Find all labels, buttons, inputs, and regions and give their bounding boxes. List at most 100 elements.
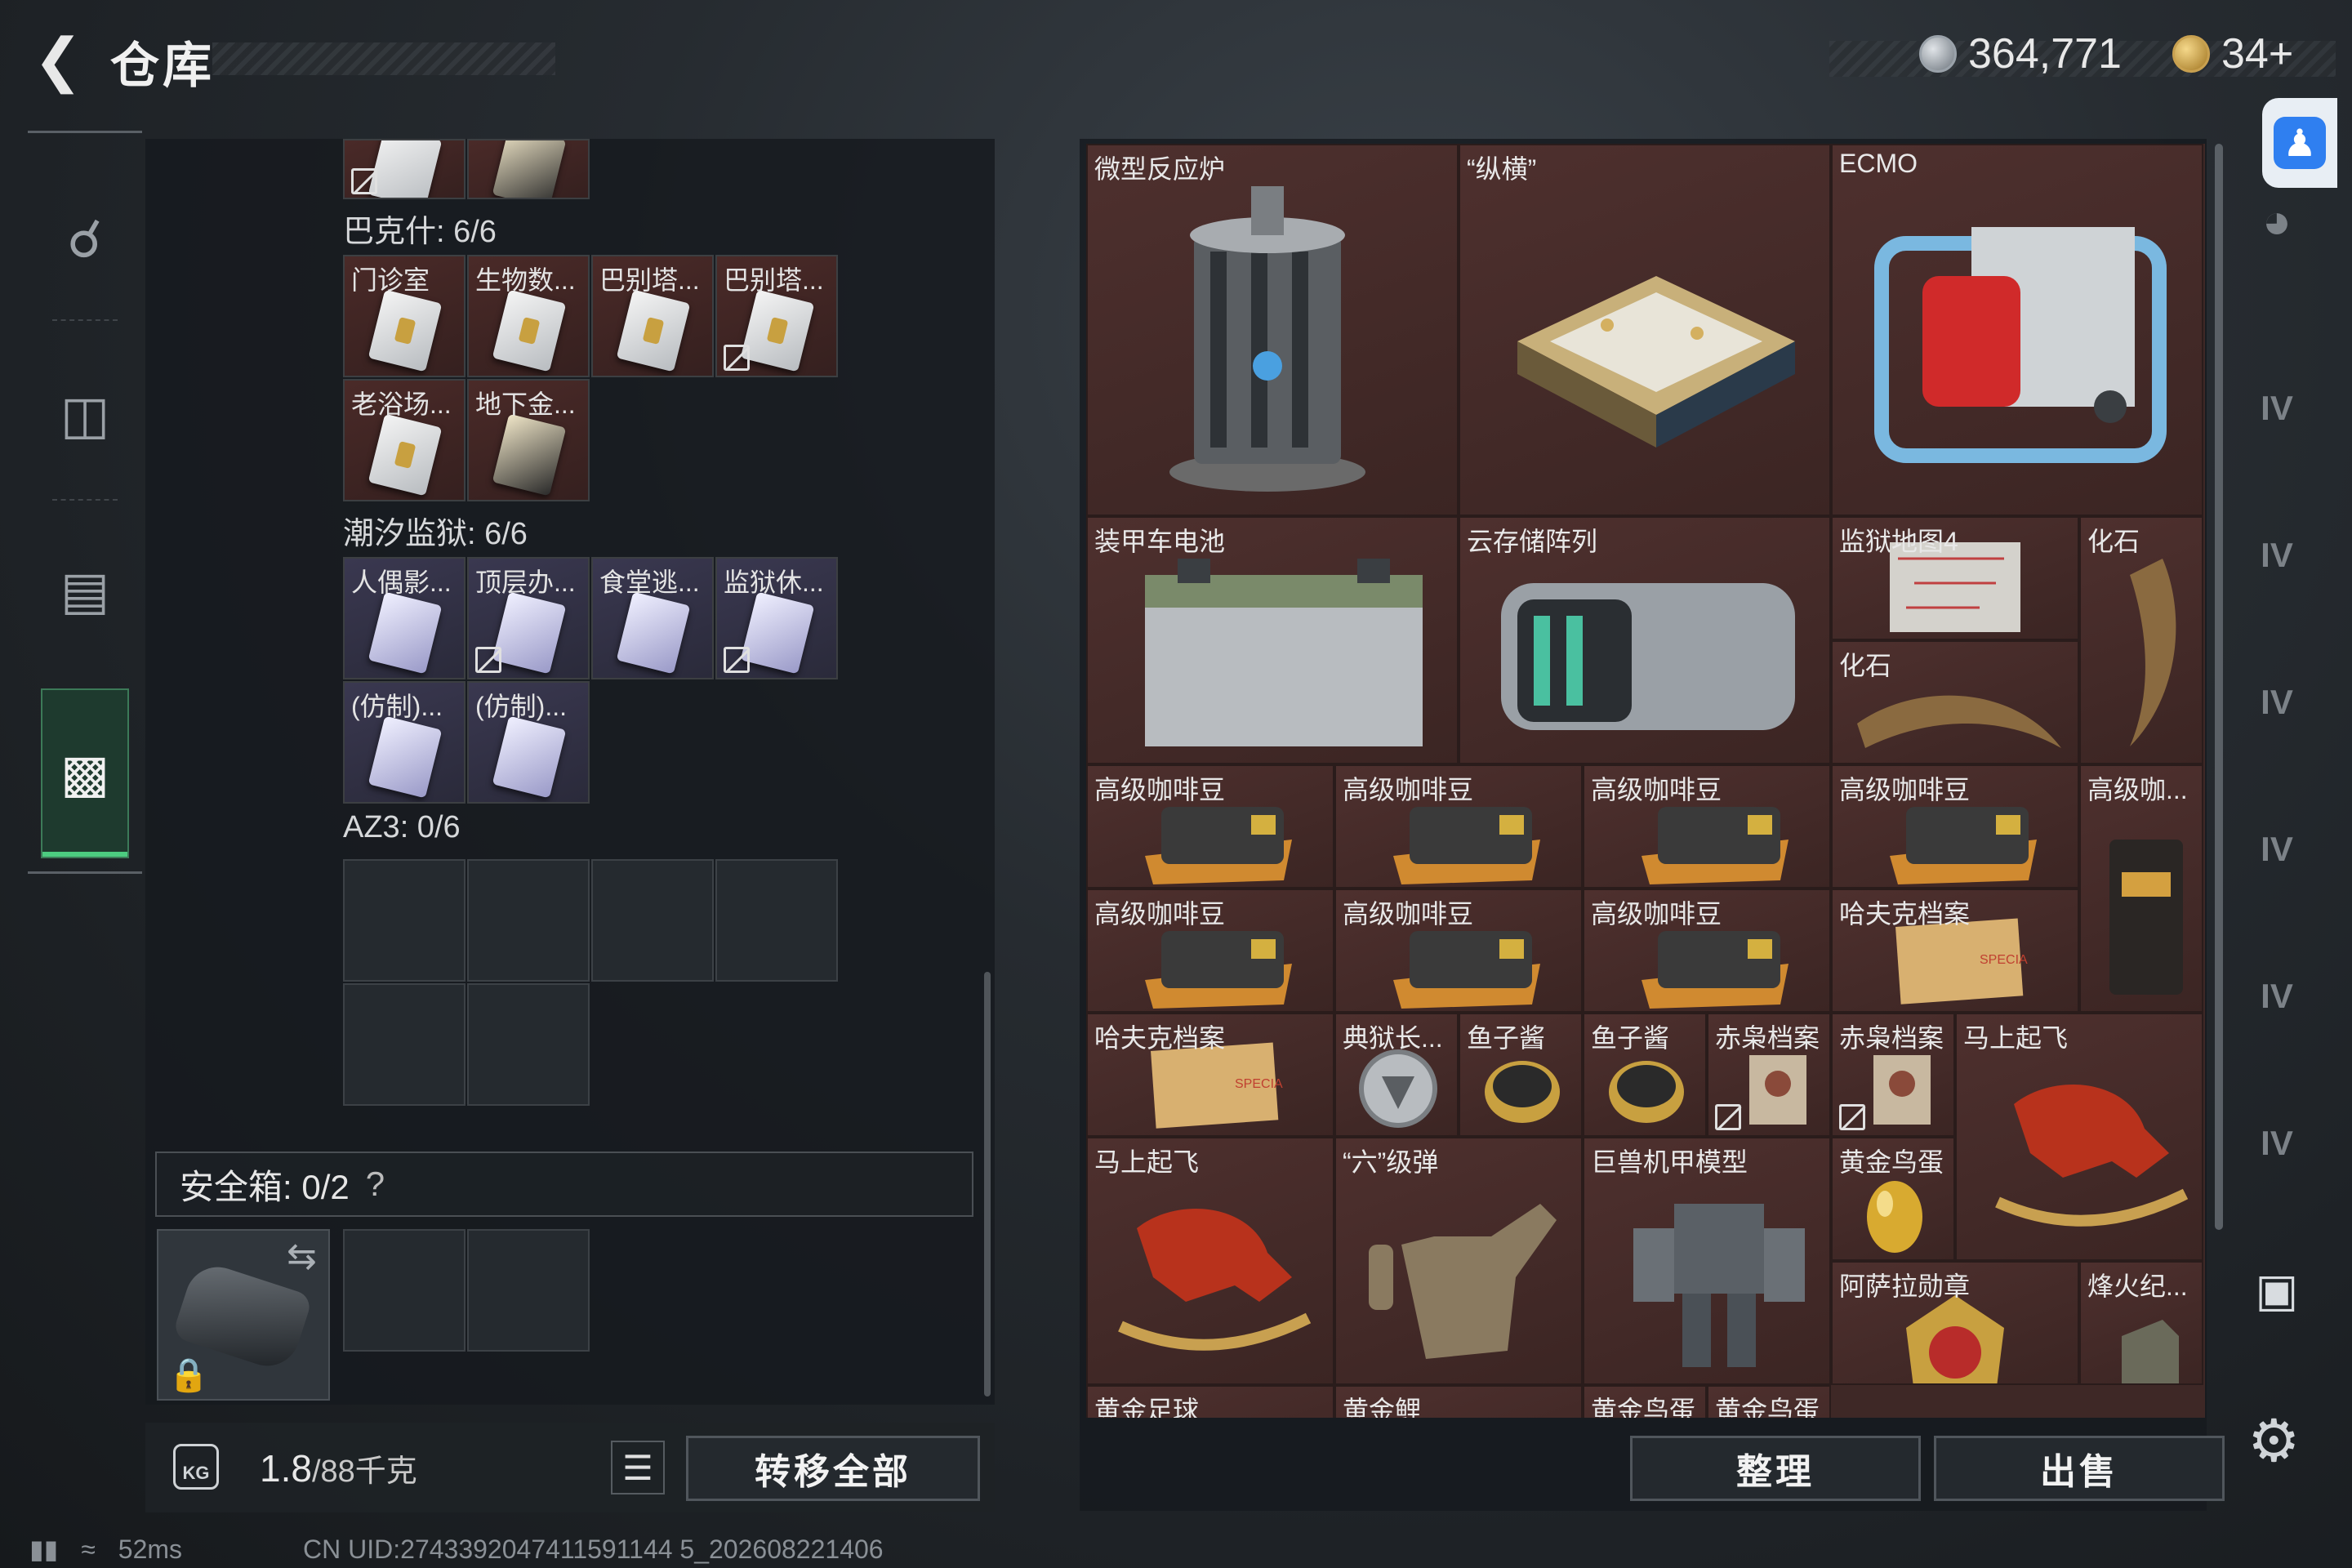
item-label: 高级咖啡豆: [1094, 899, 1226, 929]
item-cell[interactable]: SPECIAL 哈夫克档案: [1086, 1013, 1334, 1137]
item-cell[interactable]: SPECIAL 哈夫克档案: [1831, 889, 2079, 1013]
nav-vest-icon[interactable]: ▤: [28, 509, 142, 672]
item-cell[interactable]: 化石: [2079, 516, 2203, 764]
item-cell[interactable]: (仿制)...: [467, 681, 590, 804]
item-cell[interactable]: 顶层办...: [467, 557, 590, 679]
nav-backpack-icon[interactable]: ◫: [28, 333, 142, 497]
item-cell[interactable]: 食堂逃...: [591, 557, 714, 679]
list-view-icon[interactable]: ☰: [611, 1441, 665, 1494]
item-cell[interactable]: 巴别塔...: [715, 255, 838, 377]
item-cell[interactable]: 高级咖啡豆: [1831, 764, 2079, 889]
empty-slot[interactable]: [467, 983, 590, 1106]
accessibility-icon: ♟: [2274, 117, 2326, 169]
nav-weapon-icon[interactable]: ☌: [28, 158, 142, 321]
gold-currency[interactable]: 34+: [2172, 29, 2293, 78]
left-scrollbar[interactable]: [984, 972, 991, 1396]
item-label: 监狱休...: [724, 568, 824, 597]
item-cell[interactable]: 生物数...: [467, 255, 590, 377]
item-cell[interactable]: 赤枭档案: [1707, 1013, 1831, 1137]
item-cell[interactable]: ECMO: [1831, 144, 2203, 516]
weight-value: 1.8: [260, 1447, 312, 1490]
item-cell[interactable]: 云存储阵列: [1459, 516, 1831, 764]
empty-slot[interactable]: [715, 859, 838, 982]
back-arrow-icon[interactable]: ❮: [29, 28, 87, 93]
right-scrollbar[interactable]: [2215, 144, 2223, 1230]
item-cell[interactable]: 典狱长...: [1334, 1013, 1459, 1137]
settings-gear-icon[interactable]: ⚙: [2247, 1406, 2301, 1475]
sell-button[interactable]: 出售: [1934, 1436, 2225, 1501]
item-cell[interactable]: “纵横”: [1459, 144, 1831, 516]
item-cell[interactable]: 装甲车电池: [1086, 516, 1459, 764]
item-cell[interactable]: 马上起飞: [1955, 1013, 2203, 1261]
item-cell[interactable]: 高级咖啡豆: [1583, 764, 1831, 889]
item-cell[interactable]: 门诊室: [343, 255, 466, 377]
item-cell[interactable]: 赤枭档案: [1831, 1013, 1955, 1137]
item-label: 烽火纪...: [2087, 1272, 2188, 1301]
empty-slot[interactable]: [343, 983, 466, 1106]
item-cell[interactable]: 巨兽机甲模型: [1583, 1137, 1831, 1385]
fossil-claw-image: [2130, 559, 2176, 746]
no-insure-icon: [1715, 1104, 1741, 1130]
item-cell[interactable]: 黄金鲤: [1334, 1385, 1583, 1418]
section-title-tide-prison: 潮汐监狱: 6/6: [343, 517, 528, 551]
nav-slot-4-icon[interactable]: IV: [2236, 817, 2318, 882]
item-cell[interactable]: 高级咖啡豆: [1086, 889, 1334, 1013]
nav-slot-1-icon[interactable]: IV: [2236, 376, 2318, 441]
item-label: 高级咖啡豆: [1839, 775, 1971, 804]
item-cell[interactable]: 黄金鸟蛋: [1831, 1137, 1955, 1261]
item-label: 人偶影...: [351, 568, 452, 597]
uid-text: CN UID:2743392047411591144 5_20260822140…: [303, 1534, 884, 1564]
no-insure-icon: [724, 647, 750, 673]
item-cell[interactable]: 马上起飞: [1086, 1137, 1334, 1385]
nav-screenshot-icon[interactable]: ▣: [2236, 1258, 2318, 1323]
item-cell[interactable]: 化石: [1831, 640, 2079, 764]
item-cell[interactable]: 监狱休...: [715, 557, 838, 679]
item-cell[interactable]: 地下金...: [467, 379, 590, 501]
item-cell[interactable]: 黄金足球: [1086, 1385, 1334, 1418]
item-label: 高级咖...: [2087, 775, 2188, 804]
item-cell[interactable]: 监狱地图4: [1831, 516, 2079, 640]
commemorative-book-image: [2122, 1320, 2179, 1383]
transfer-all-button[interactable]: 转移全部: [686, 1436, 980, 1501]
item-label: (仿制)...: [351, 692, 443, 721]
empty-slot[interactable]: [591, 859, 714, 982]
item-cell[interactable]: 人偶影...: [343, 557, 466, 679]
item-cell[interactable]: 鱼子酱: [1459, 1013, 1583, 1137]
item-cell[interactable]: 黄金鸟蛋: [1583, 1385, 1707, 1418]
bullet-hand-image: [1369, 1204, 1557, 1359]
item-cell[interactable]: (仿制)...: [343, 681, 466, 804]
item-cell[interactable]: “六”级弹: [1334, 1137, 1583, 1385]
warden-badge-image: [1359, 1049, 1437, 1128]
nav-slot-6-icon[interactable]: IV: [2236, 1111, 2318, 1176]
item-cell[interactable]: 鱼子酱: [1583, 1013, 1707, 1137]
empty-slot[interactable]: [343, 859, 466, 982]
item-cell[interactable]: 高级咖...: [2079, 764, 2203, 1013]
item-cell[interactable]: 黄金鸟蛋: [1707, 1385, 1831, 1418]
item-cell[interactable]: 阿萨拉勋章: [1831, 1261, 2079, 1385]
item-cell[interactable]: 高级咖啡豆: [1583, 889, 1831, 1013]
keycard-image: [616, 591, 691, 675]
nav-helmet-icon[interactable]: ◕: [2236, 188, 2318, 253]
item-cell[interactable]: [467, 139, 590, 199]
item-cell[interactable]: 高级咖啡豆: [1334, 889, 1583, 1013]
nav-slot-3-icon[interactable]: IV: [2236, 670, 2318, 735]
safebox-empty-slot[interactable]: [467, 1229, 590, 1352]
empty-slot[interactable]: [467, 859, 590, 982]
nav-case-icon[interactable]: ▩: [41, 688, 129, 858]
nav-slot-5-icon[interactable]: IV: [2236, 964, 2318, 1029]
item-cell[interactable]: [343, 139, 466, 199]
item-cell[interactable]: 烽火纪...: [2079, 1261, 2203, 1385]
safebox-item[interactable]: ⇆ 🔒: [157, 1229, 330, 1401]
item-cell[interactable]: 高级咖啡豆: [1334, 764, 1583, 889]
safebox-empty-slot[interactable]: [343, 1229, 466, 1352]
nav-slot-2-icon[interactable]: IV: [2236, 523, 2318, 588]
swap-icon[interactable]: ⇆: [287, 1236, 317, 1277]
accessibility-button[interactable]: ♟: [2262, 98, 2337, 188]
organize-button[interactable]: 整理: [1630, 1436, 1921, 1501]
item-label: 高级咖啡豆: [1343, 899, 1474, 929]
item-cell[interactable]: 高级咖啡豆: [1086, 764, 1334, 889]
help-icon[interactable]: ?: [366, 1165, 385, 1204]
item-cell[interactable]: 微型反应炉: [1086, 144, 1459, 516]
item-cell[interactable]: 老浴场...: [343, 379, 466, 501]
item-cell[interactable]: 巴别塔...: [591, 255, 714, 377]
